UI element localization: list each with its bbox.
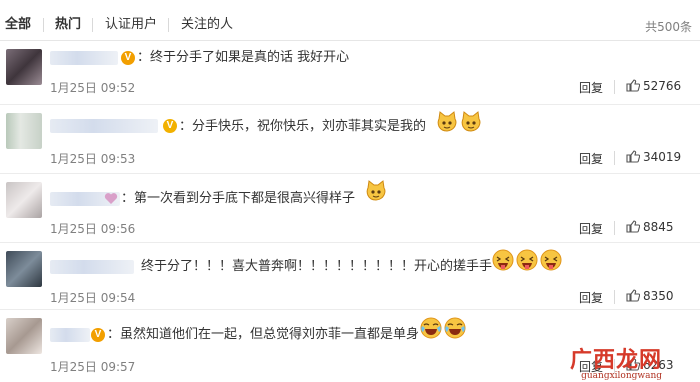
tab-divider — [92, 18, 93, 32]
action-divider — [614, 80, 615, 94]
comment-text: ：终于分手了如果是真的话 我好开心 — [137, 50, 350, 65]
action-divider — [614, 221, 615, 235]
avatar[interactable] — [6, 251, 42, 287]
verified-badge-icon: V — [121, 51, 135, 65]
comment-item: V ：分手快乐，祝你快乐，刘亦菲其实是我的 1月25日 09:53 回复 340… — [0, 105, 700, 174]
verified-badge-icon: V — [163, 119, 177, 133]
cat-face-icon — [461, 111, 481, 132]
like-count: 52766 — [643, 79, 682, 93]
thumbs-up-icon — [626, 79, 641, 92]
reply-button[interactable]: 回复 — [579, 289, 603, 306]
action-divider — [614, 151, 615, 165]
thumbs-up-icon — [626, 220, 641, 233]
tab-verified-users[interactable]: 认证用户 — [105, 17, 157, 33]
comment-time: 1月25日 09:57 — [50, 360, 136, 374]
tab-divider — [168, 18, 169, 32]
reply-button[interactable]: 回复 — [579, 150, 603, 167]
comment-item: V ：终于分手了如果是真的话 我好开心 1月25日 09:52 回复 52766 — [0, 41, 700, 105]
comment-time: 1月25日 09:53 — [50, 152, 136, 166]
like-button[interactable]: 52766 — [626, 79, 681, 93]
comment-text: ：分手快乐，祝你快乐，刘亦菲其实是我的 — [179, 119, 427, 134]
comment-time: 1月25日 09:54 — [50, 291, 136, 305]
like-count: 8845 — [643, 220, 674, 234]
username-blurred[interactable] — [50, 51, 118, 65]
tab-following[interactable]: 关注的人 — [181, 17, 233, 33]
tab-hot[interactable]: 热门 — [55, 17, 81, 33]
watermark-text: 广西龙网 — [570, 347, 663, 373]
comment-text: 终于分了！！！喜大普奔啊！！！！！！！！！开心的搓手手 — [141, 259, 493, 274]
thumbs-up-icon — [626, 289, 641, 302]
cat-face-icon — [437, 111, 457, 132]
avatar[interactable] — [6, 318, 42, 354]
heart-badge-icon — [104, 193, 118, 204]
tab-all[interactable]: 全部 — [5, 17, 31, 33]
like-button[interactable]: 8845 — [626, 220, 674, 234]
watermark-subtext: guangxilongwang — [581, 371, 663, 381]
tab-divider — [43, 18, 44, 32]
tongue-face-icon — [492, 249, 514, 271]
avatar[interactable] — [6, 49, 42, 85]
thumbs-up-icon — [626, 150, 641, 163]
comment-text: ：虽然知道他们在一起，但总觉得刘亦菲一直都是单身 — [107, 327, 420, 342]
avatar[interactable] — [6, 182, 42, 218]
comment-time: 1月25日 09:56 — [50, 222, 136, 236]
comment-total-count: 共500条 — [645, 20, 692, 34]
reply-button[interactable]: 回复 — [579, 79, 603, 96]
crying-laugh-icon — [444, 317, 466, 339]
reply-button[interactable]: 回复 — [579, 220, 603, 237]
site-watermark: 广西龙网 guangxilongwang — [570, 342, 662, 381]
username-blurred[interactable] — [50, 260, 134, 274]
username-blurred[interactable] — [50, 119, 158, 133]
comment-time: 1月25日 09:52 — [50, 81, 136, 95]
tongue-face-icon — [516, 249, 538, 271]
like-button[interactable]: 8350 — [626, 289, 674, 303]
cat-face-icon — [366, 180, 386, 201]
comment-filter-tabs: 全部 热门 认证用户 关注的人 共500条 — [0, 0, 700, 41]
tongue-face-icon — [540, 249, 562, 271]
verified-badge-icon: V — [91, 328, 105, 342]
like-count: 8350 — [643, 289, 674, 303]
comment-item: ：第一次看到分手底下都是很高兴得样子 1月25日 09:56 回复 8845 — [0, 174, 700, 243]
comment-item: 终于分了！！！喜大普奔啊！！！！！！！！！开心的搓手手 1月25日 09:54 … — [0, 243, 700, 310]
avatar[interactable] — [6, 113, 42, 149]
action-divider — [614, 290, 615, 304]
comment-text: ：第一次看到分手底下都是很高兴得样子 — [121, 191, 356, 206]
crying-laugh-icon — [420, 317, 442, 339]
username-blurred[interactable] — [50, 328, 90, 342]
like-count: 34019 — [643, 150, 682, 164]
like-button[interactable]: 34019 — [626, 150, 681, 164]
